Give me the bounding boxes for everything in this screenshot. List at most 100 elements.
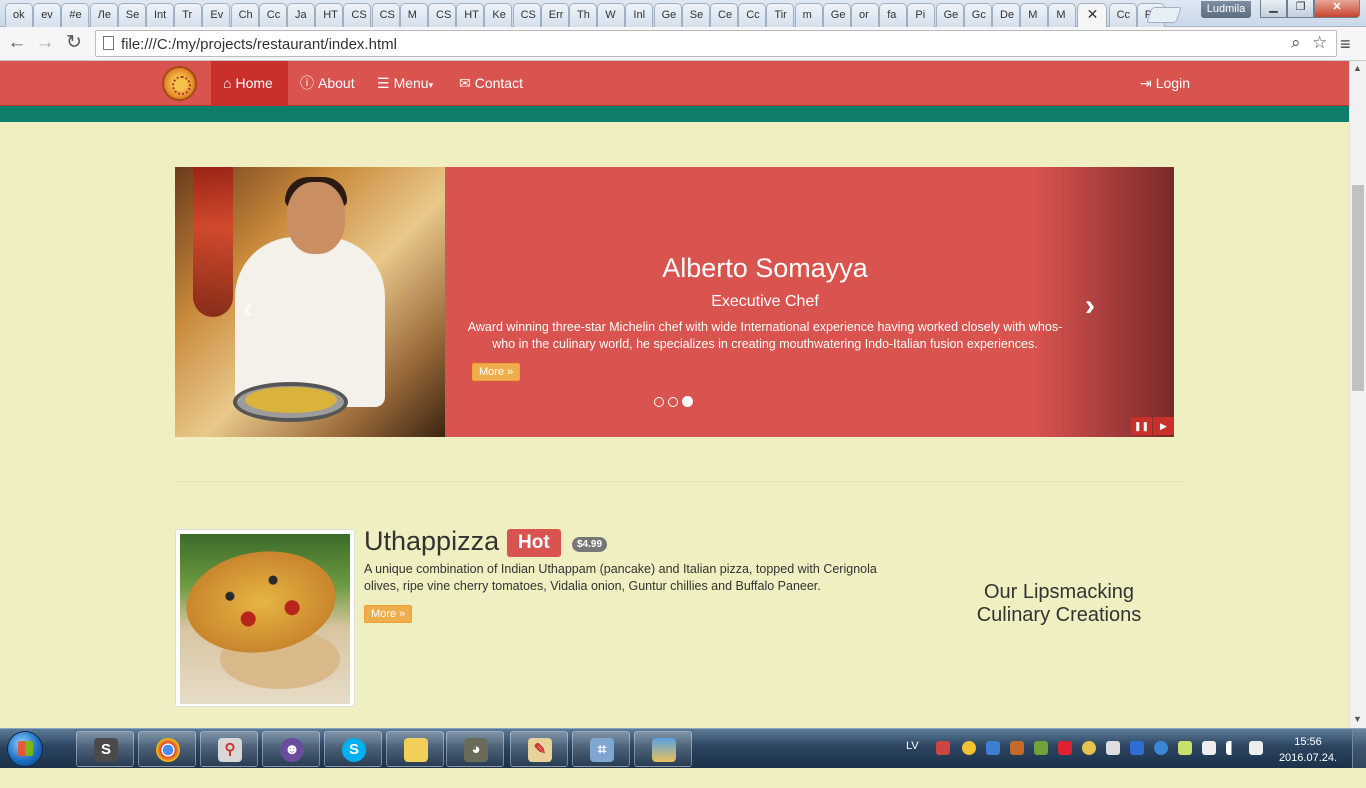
close-tab-icon[interactable]: ✕: [1087, 6, 1099, 23]
browser-tab[interactable]: CS: [371, 3, 400, 27]
browser-tab[interactable]: Int: [146, 3, 174, 27]
taskbar-cat-app[interactable]: ☻: [262, 731, 320, 767]
browser-tab[interactable]: Ge: [935, 3, 964, 27]
pause-button[interactable]: ❚❚: [1131, 417, 1152, 435]
taskbar-paint[interactable]: ✎: [510, 731, 568, 767]
browser-tab[interactable]: CS: [343, 3, 372, 27]
reload-button[interactable]: ↻: [62, 32, 86, 56]
browser-tab[interactable]: Th: [569, 3, 597, 27]
taskbar-photo-viewer[interactable]: [634, 731, 692, 767]
nav-home[interactable]: ⌂ Home: [211, 61, 288, 106]
back-button[interactable]: ←: [5, 32, 29, 56]
scroll-up-icon[interactable]: ▲: [1353, 63, 1362, 73]
indicator-dot[interactable]: [668, 397, 678, 407]
language-indicator[interactable]: LV: [906, 740, 919, 752]
browser-tab[interactable]: m: [794, 3, 823, 27]
dish-thumbnail[interactable]: [175, 529, 355, 707]
restaurant-logo[interactable]: [162, 66, 197, 101]
bluetooth-icon[interactable]: [1130, 741, 1144, 755]
nav-login[interactable]: ⇥ Login: [1128, 61, 1202, 106]
system-clock[interactable]: 15:56 2016.07.24.: [1276, 734, 1340, 766]
browser-tab[interactable]: Cc: [258, 3, 287, 27]
tray-package-icon[interactable]: [1034, 741, 1048, 755]
url-text[interactable]: file:///C:/my/projects/restaurant/index.…: [121, 36, 397, 53]
browser-tab[interactable]: Err: [540, 3, 569, 27]
tray-shield-icon[interactable]: [1058, 741, 1072, 755]
speaker-icon[interactable]: [1249, 741, 1263, 755]
browser-tab[interactable]: Ev: [202, 3, 231, 27]
zoom-icon[interactable]: ⌕: [1291, 33, 1301, 53]
sync-icon[interactable]: [1154, 741, 1168, 755]
browser-tab[interactable]: Ke: [484, 3, 513, 27]
taskbar-sublime[interactable]: S: [76, 731, 134, 767]
taskbar-joystick[interactable]: ⚲: [200, 731, 258, 767]
browser-tab[interactable]: Tr: [174, 3, 203, 27]
tray-tools-icon[interactable]: [1010, 741, 1024, 755]
indicator-dot[interactable]: [654, 397, 664, 407]
browser-tab[interactable]: fa: [879, 3, 908, 27]
carousel-prev-icon[interactable]: ‹: [243, 292, 253, 326]
taskbar-chrome[interactable]: [138, 731, 196, 767]
tray-note-icon[interactable]: [1178, 741, 1192, 755]
show-desktop-button[interactable]: [1352, 729, 1366, 769]
nav-contact[interactable]: ✉ Contact: [447, 61, 535, 106]
browser-tab[interactable]: Inl: [625, 3, 654, 27]
browser-tab[interactable]: #e: [61, 3, 90, 27]
network-icon[interactable]: [1226, 741, 1240, 755]
volume-mute-icon[interactable]: [936, 741, 950, 755]
browser-tab[interactable]: Ch: [230, 3, 259, 27]
browser-tab-active[interactable]: ✕: [1076, 3, 1107, 28]
dish-more-button[interactable]: More »: [364, 605, 413, 623]
browser-tab[interactable]: M: [1020, 3, 1049, 27]
browser-tab[interactable]: Ле: [89, 3, 118, 27]
browser-tab[interactable]: Cc: [1108, 3, 1137, 27]
tray-flag-icon[interactable]: [1106, 741, 1120, 755]
minimize-button[interactable]: ▁: [1260, 0, 1287, 18]
page-scrollbar[interactable]: ▲ ▼: [1349, 61, 1366, 728]
power-icon[interactable]: [1202, 741, 1216, 755]
taskbar-network-tool[interactable]: ⌗: [572, 731, 630, 767]
browser-tab[interactable]: Ge: [822, 3, 851, 27]
browser-tab[interactable]: ok: [5, 3, 33, 27]
start-button[interactable]: [7, 731, 43, 767]
bookmark-star-icon[interactable]: ☆: [1312, 33, 1327, 53]
taskbar-gimp[interactable]: ◕: [446, 731, 504, 767]
indicator-dot-active[interactable]: [682, 396, 693, 407]
taskbar-skype[interactable]: S: [324, 731, 382, 767]
browser-tab[interactable]: Pi: [907, 3, 936, 27]
tray-update-icon[interactable]: [1082, 741, 1096, 755]
browser-tab[interactable]: De: [992, 3, 1020, 27]
browser-tab[interactable]: Se: [117, 3, 146, 27]
taskbar-explorer[interactable]: [386, 731, 444, 767]
browser-tab[interactable]: ev: [33, 3, 62, 27]
carousel-next-icon[interactable]: ›: [1085, 289, 1095, 323]
browser-tab[interactable]: Ce: [710, 3, 738, 27]
browser-tab[interactable]: or: [851, 3, 879, 27]
browser-tab[interactable]: Ja: [287, 3, 315, 27]
browser-tab[interactable]: CS: [428, 3, 456, 27]
nav-menu[interactable]: ☰ Menu▾: [365, 61, 445, 106]
play-button[interactable]: ▶: [1153, 417, 1174, 435]
browser-tab[interactable]: W: [597, 3, 626, 27]
new-tab-button[interactable]: [1146, 7, 1182, 23]
scroll-thumb[interactable]: [1352, 185, 1364, 391]
browser-tab[interactable]: Se: [681, 3, 710, 27]
browser-tab[interactable]: HT: [315, 3, 344, 27]
close-window-button[interactable]: ✕: [1314, 0, 1360, 18]
browser-tab[interactable]: HT: [456, 3, 485, 27]
scroll-down-icon[interactable]: ▼: [1353, 714, 1362, 724]
browser-tab[interactable]: Tir: [766, 3, 795, 27]
chrome-menu-icon[interactable]: ≡: [1340, 34, 1351, 55]
browser-tab[interactable]: M: [399, 3, 428, 27]
chef-more-button[interactable]: More »: [472, 363, 521, 381]
maximize-button[interactable]: ❐: [1287, 0, 1314, 18]
forward-button[interactable]: →: [33, 32, 57, 56]
browser-tab[interactable]: CS: [512, 3, 541, 27]
profile-badge[interactable]: Ludmila: [1201, 1, 1251, 18]
browser-tab[interactable]: M: [1048, 3, 1077, 27]
tray-search-icon[interactable]: [986, 741, 1000, 755]
browser-tab[interactable]: Gc: [963, 3, 992, 27]
tray-app-icon[interactable]: [962, 741, 976, 755]
nav-about[interactable]: ⓘ About: [288, 61, 367, 106]
browser-tab[interactable]: Ge: [653, 3, 682, 27]
